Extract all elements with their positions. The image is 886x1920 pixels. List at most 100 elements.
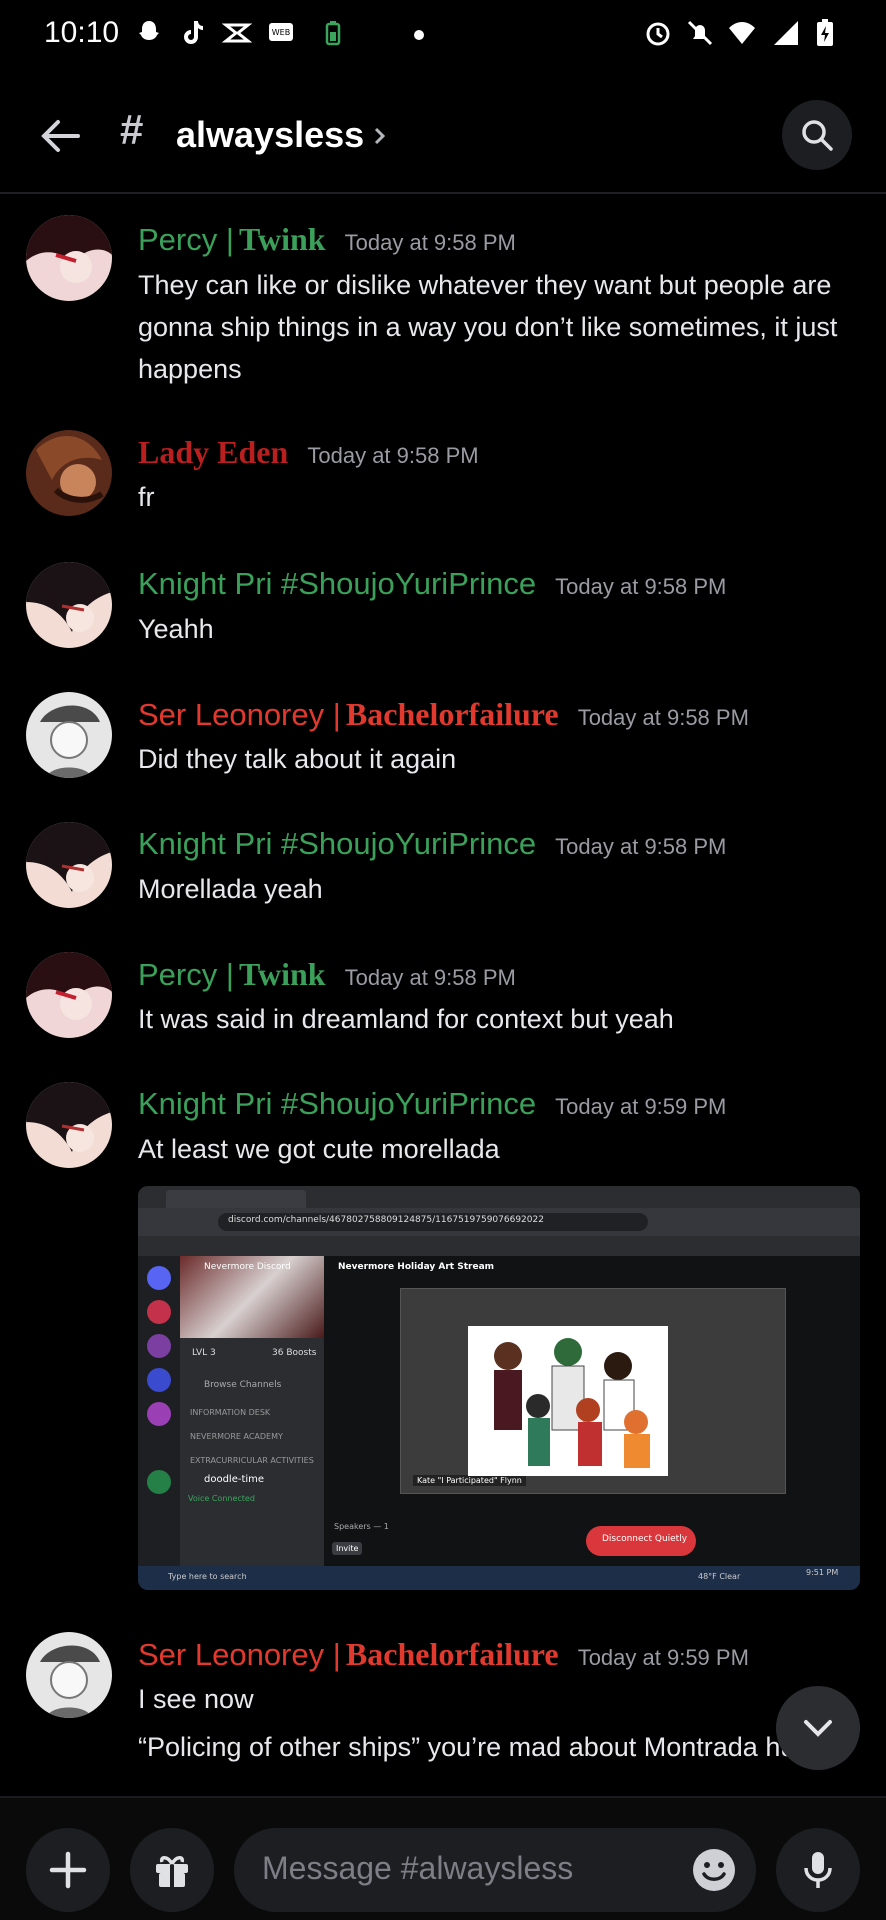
author-name-fancy[interactable]: Bachelorfailure (346, 696, 559, 732)
message-input[interactable]: Message #alwaysless (234, 1828, 756, 1912)
server-boosts: 36 Boosts (272, 1348, 317, 1358)
author-name-fancy[interactable]: Twink (239, 221, 326, 257)
battery-charging-icon (817, 19, 833, 46)
avatar[interactable] (26, 692, 112, 778)
author-name[interactable]: Percy | (138, 222, 234, 257)
svg-text:WEB: WEB (272, 28, 290, 37)
message[interactable]: Knight Pri #ShoujoYuriPrince Today at 9:… (0, 562, 886, 662)
cell-signal-icon (774, 21, 798, 45)
avatar[interactable] (26, 430, 112, 516)
weather: 48°F Clear (698, 1572, 741, 1581)
back-arrow-icon[interactable] (34, 110, 86, 162)
capcut-icon (222, 23, 252, 43)
invite-button: Invite (332, 1542, 363, 1555)
author-name[interactable]: Ser Leonorey | (138, 1637, 341, 1672)
snapchat-icon (139, 21, 159, 40)
jump-to-bottom-button[interactable] (776, 1686, 860, 1770)
notification-dot-icon (414, 30, 424, 40)
message[interactable]: Lady Eden Today at 9:58 PM fr (0, 430, 886, 530)
message-header: Knight Pri #ShoujoYuriPrince Today at 9:… (138, 566, 726, 602)
gift-icon (156, 1856, 188, 1887)
author-name[interactable]: Percy | (138, 957, 234, 992)
webtoon-icon: WEB (269, 23, 293, 41)
channel-hash-icon: # (120, 106, 144, 153)
category: EXTRACURRICULAR ACTIVITIES (190, 1456, 314, 1465)
status-bar: 10:10 WEB (0, 0, 886, 70)
channel-name[interactable]: alwaysless (176, 114, 364, 156)
browse-channels: Browse Channels (204, 1380, 282, 1390)
message-header: Lady Eden Today at 9:58 PM (138, 434, 479, 471)
timestamp: Today at 9:58 PM (555, 834, 727, 859)
message[interactable]: Percy | Twink Today at 9:58 PM They can … (0, 215, 886, 385)
server-level: LVL 3 (192, 1348, 216, 1358)
status-time: 10:10 (44, 16, 120, 49)
message-text: At least we got cute morellada (138, 1134, 500, 1164)
avatar[interactable] (26, 1632, 112, 1718)
search-icon (802, 120, 833, 151)
author-name-fancy[interactable]: Lady Eden (138, 434, 288, 470)
message-text: They can like or dislike whatever they w… (138, 270, 838, 384)
disconnect-button: Disconnect Quietly (586, 1526, 696, 1556)
disconnect-label: Disconnect Quietly (602, 1534, 688, 1544)
wifi-icon (729, 22, 755, 44)
avatar[interactable] (26, 1082, 112, 1168)
browser-url-field: discord.com/channels/467802758809124875/… (218, 1213, 648, 1231)
message-text: fr (138, 482, 155, 512)
message[interactable]: Knight Pri #ShoujoYuriPrince Today at 9:… (0, 822, 886, 922)
timestamp: Today at 9:58 PM (344, 230, 516, 255)
chevron-down-icon (804, 1720, 832, 1737)
bookmarks-bar (138, 1236, 860, 1256)
message-text: “Policing of other ships” you’re mad abo… (138, 1732, 811, 1762)
server-rail (138, 1256, 180, 1566)
timestamp: Today at 9:59 PM (555, 1094, 727, 1119)
avatar[interactable] (26, 822, 112, 908)
message-composer: Message #alwaysless (0, 1796, 886, 1920)
artwork-canvas (468, 1326, 668, 1476)
author-name-fancy[interactable]: Bachelorfailure (346, 1636, 559, 1672)
message-header: Percy | Twink Today at 9:58 PM (138, 956, 516, 993)
battery-saver-icon (325, 21, 341, 46)
browser-tabbar (138, 1186, 860, 1208)
avatar[interactable] (26, 215, 112, 301)
message-text: Did they talk about it again (138, 744, 457, 774)
search-button[interactable] (782, 100, 852, 170)
message-header: Ser Leonorey | Bachelorfailure Today at … (138, 1636, 749, 1673)
stream-title: Nevermore Holiday Art Stream (338, 1262, 495, 1272)
emoji-icon[interactable] (690, 1846, 738, 1894)
add-attachment-button[interactable] (26, 1828, 110, 1912)
message-text: Morellada yeah (138, 874, 323, 904)
author-name[interactable]: Knight Pri #ShoujoYuriPrince (138, 566, 536, 601)
voice-channel: doodle-time (204, 1474, 265, 1485)
timestamp: Today at 9:58 PM (577, 705, 749, 730)
voice-message-button[interactable] (776, 1828, 860, 1912)
gift-button[interactable] (130, 1828, 214, 1912)
author-name[interactable]: Ser Leonorey | (138, 697, 341, 732)
timestamp: Today at 9:58 PM (555, 574, 727, 599)
message-text: It was said in dreamland for context but… (138, 1004, 674, 1034)
message[interactable]: Ser Leonorey | Bachelorfailure Today at … (0, 692, 886, 792)
browser-url-text: discord.com/channels/467802758809124875/… (228, 1215, 544, 1225)
taskbar-search: Type here to search (168, 1572, 247, 1581)
streamer-caption: Kate "I Participated" Flynn (413, 1475, 526, 1486)
message-header: Percy | Twink Today at 9:58 PM (138, 221, 516, 258)
message[interactable]: Percy | Twink Today at 9:58 PM It was sa… (0, 952, 886, 1052)
message-text: I see now (138, 1684, 254, 1714)
taskbar-clock: 9:51 PM (806, 1568, 839, 1577)
image-attachment[interactable]: discord.com/channels/467802758809124875/… (138, 1186, 860, 1590)
timestamp: Today at 9:58 PM (344, 965, 516, 990)
author-name[interactable]: Knight Pri #ShoujoYuriPrince (138, 826, 536, 861)
timestamp: Today at 9:59 PM (577, 1645, 749, 1670)
message-input-placeholder: Message #alwaysless (262, 1850, 574, 1886)
message-header: Ser Leonorey | Bachelorfailure Today at … (138, 696, 749, 733)
channel-header: # alwaysless (0, 80, 886, 194)
message[interactable]: Ser Leonorey | Bachelorfailure Today at … (0, 1632, 886, 1796)
server-name: Nevermore Discord (204, 1262, 291, 1272)
avatar[interactable] (26, 562, 112, 648)
author-name-fancy[interactable]: Twink (239, 956, 326, 992)
chevron-right-icon[interactable] (370, 124, 390, 148)
alarm-icon (646, 22, 670, 46)
plus-icon (49, 1851, 87, 1889)
avatar[interactable] (26, 952, 112, 1038)
browser-urlbar: discord.com/channels/467802758809124875/… (138, 1208, 860, 1236)
author-name[interactable]: Knight Pri #ShoujoYuriPrince (138, 1086, 536, 1121)
